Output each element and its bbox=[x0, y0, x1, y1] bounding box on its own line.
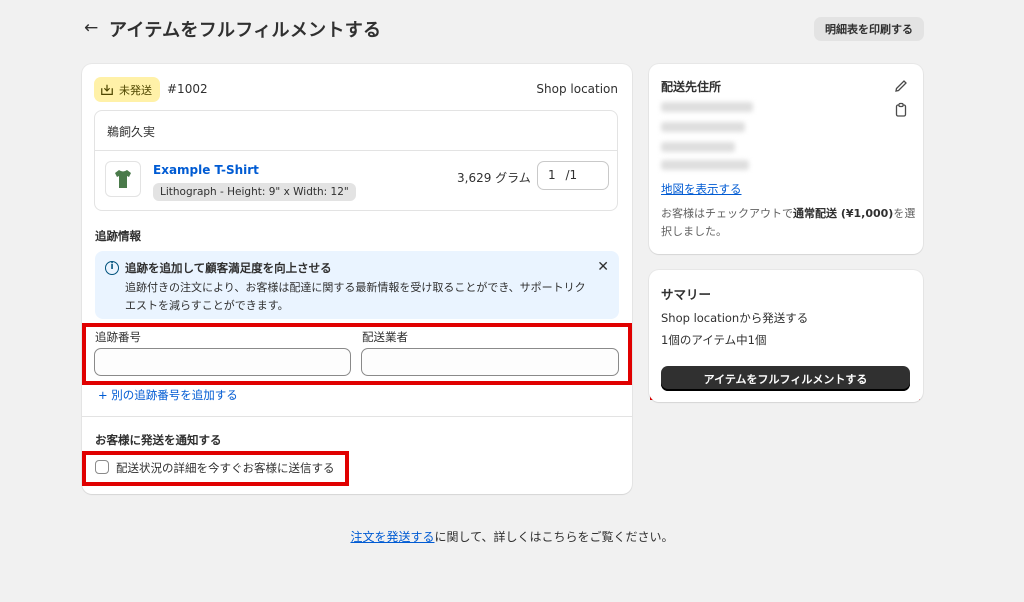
variant-badge: Lithograph - Height: 9" x Width: 12" bbox=[153, 183, 356, 201]
ship-from-text: Shop locationから発送する bbox=[661, 310, 808, 326]
fulfillment-card: 未発送 #1002 Shop location 鵜飼久実 Example T-S… bbox=[82, 64, 632, 494]
carrier-input[interactable] bbox=[361, 348, 619, 376]
divider bbox=[82, 416, 632, 417]
line-item-box: 鵜飼久実 Example T-Shirt Lithograph - Height… bbox=[94, 110, 618, 211]
summary-title: サマリー bbox=[661, 287, 712, 302]
carrier-label: 配送業者 bbox=[362, 330, 408, 344]
tracking-info-banner: i 追跡を追加して顧客満足度を向上させる 追跡付きの注文により、お客様は配達に関… bbox=[95, 251, 619, 319]
summary-card: サマリー Shop locationから発送する 1個のアイテム中1個 アイテム… bbox=[649, 270, 923, 402]
order-number: #1002 bbox=[167, 82, 208, 96]
item-count-text: 1個のアイテム中1個 bbox=[661, 333, 767, 347]
fulfillment-location: Shop location bbox=[536, 82, 618, 96]
note-prefix: お客様はチェックアウトで bbox=[661, 207, 793, 220]
status-badge: 未発送 bbox=[94, 77, 160, 102]
address-line-redacted bbox=[661, 142, 735, 152]
notify-checkbox-label[interactable]: 配送状況の詳細を今すぐお客様に送信する bbox=[116, 460, 335, 476]
close-icon[interactable]: ✕ bbox=[597, 259, 609, 275]
quantity-total: /1 bbox=[565, 168, 578, 182]
print-packing-slip-button[interactable]: 明細表を印刷する bbox=[814, 17, 924, 41]
package-icon bbox=[101, 84, 113, 95]
shipping-address-title: 配送先住所 bbox=[661, 80, 722, 94]
address-line-redacted bbox=[661, 122, 745, 132]
tracking-number-input[interactable] bbox=[94, 348, 351, 376]
info-icon: i bbox=[105, 261, 119, 275]
shipping-method-note: お客様はチェックアウトで通常配送 (¥1,000)を選択しました。 bbox=[661, 205, 916, 241]
address-line-redacted bbox=[661, 160, 749, 170]
footer-suffix: に関して、詳しくはこちらをご覧ください。 bbox=[434, 530, 674, 544]
notify-customer-checkbox[interactable] bbox=[95, 460, 109, 474]
clipboard-icon[interactable] bbox=[893, 102, 909, 118]
product-thumbnail bbox=[105, 161, 141, 197]
tracking-number-label: 追跡番号 bbox=[95, 330, 141, 344]
ship-from-location: Shop location bbox=[661, 311, 740, 325]
banner-title: 追跡を追加して顧客満足度を向上させる bbox=[125, 261, 332, 275]
fulfill-items-button[interactable]: アイテムをフルフィルメントする bbox=[661, 366, 910, 391]
customer-name: 鵜飼久実 bbox=[107, 125, 156, 139]
tracking-section-title: 追跡情報 bbox=[95, 229, 141, 243]
product-weight: 3,629 グラム bbox=[457, 171, 531, 185]
shipping-address-card: 配送先住所 地図を表示する お客様はチェックアウトで通常配送 (¥1,000)を… bbox=[649, 64, 923, 254]
divider bbox=[95, 150, 617, 151]
quantity-value: 1 bbox=[548, 168, 556, 182]
page-title: アイテムをフルフィルメントする bbox=[109, 20, 382, 41]
view-map-link[interactable]: 地図を表示する bbox=[661, 181, 742, 197]
arrow-left-icon[interactable]: ← bbox=[84, 18, 98, 38]
address-line-redacted bbox=[661, 102, 753, 112]
tshirt-icon bbox=[115, 170, 131, 188]
product-name-link[interactable]: Example T-Shirt bbox=[153, 163, 259, 177]
add-tracking-number-link[interactable]: + 別の追跡番号を追加する bbox=[98, 387, 238, 403]
quantity-input[interactable]: 1 /1 bbox=[537, 161, 609, 190]
ship-from-suffix: から発送する bbox=[739, 311, 809, 325]
pencil-icon[interactable] bbox=[893, 78, 909, 94]
notify-section-title: お客様に発送を通知する bbox=[95, 433, 222, 447]
help-footer: 注文を発送するに関して、詳しくはこちらをご覧ください。 bbox=[0, 528, 1024, 545]
banner-body: 追跡付きの注文により、お客様は配達に関する最新情報を受け取ることができ、サポート… bbox=[125, 281, 586, 312]
status-badge-label: 未発送 bbox=[119, 83, 152, 97]
page-header: ← アイテムをフルフィルメントする 明細表を印刷する bbox=[84, 14, 924, 44]
ship-order-help-link[interactable]: 注文を発送する bbox=[350, 530, 434, 544]
shipping-method-name: 通常配送 (¥1,000) bbox=[793, 207, 894, 220]
